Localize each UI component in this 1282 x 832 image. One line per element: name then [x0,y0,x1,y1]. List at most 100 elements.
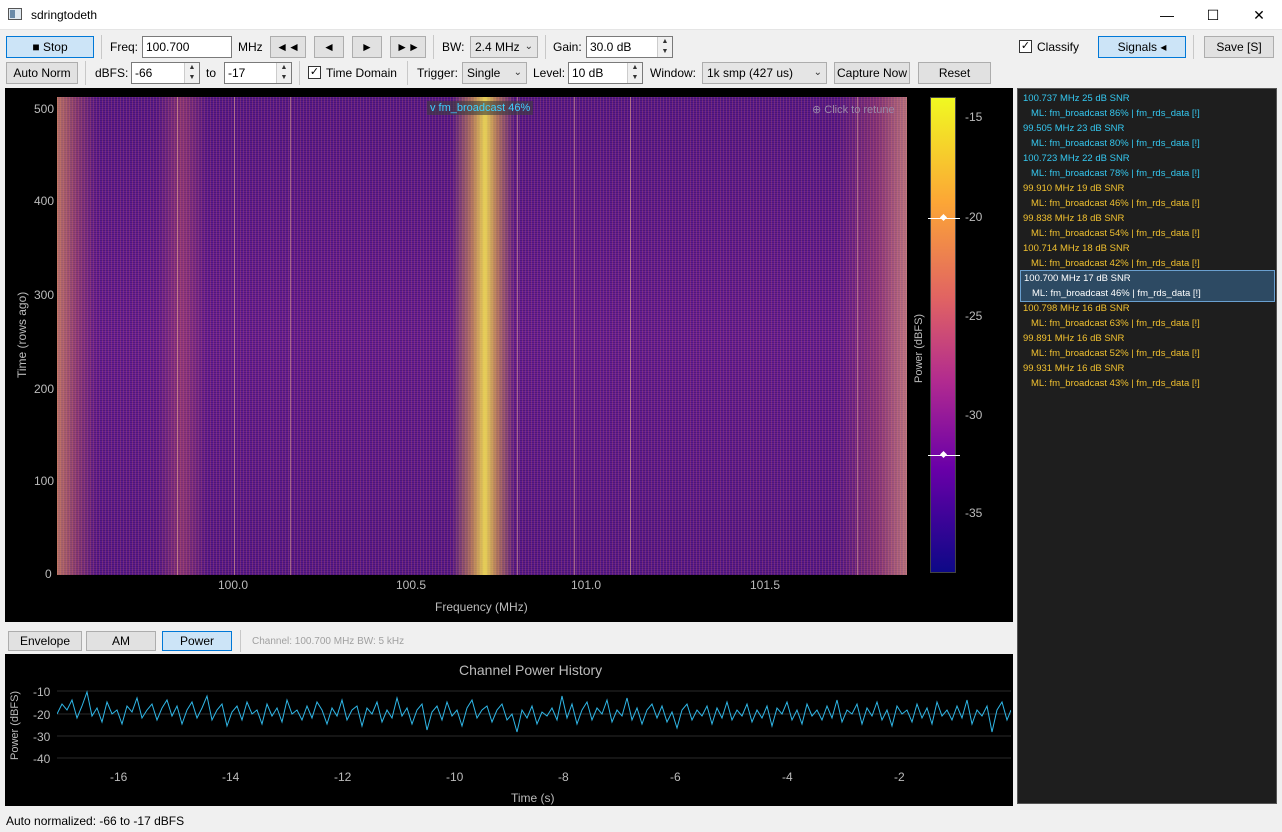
colorbar-max-marker[interactable] [928,218,960,219]
signal-ml-class: ML: fm_broadcast 42% | fm_rds_data [!] [1031,258,1200,269]
grid-line [517,97,518,575]
x-tick: -4 [782,770,793,784]
signal-item-selected[interactable]: 100.700 MHz 17 dB SNR ML: fm_broadcast 4… [1020,270,1275,302]
tab-envelope[interactable]: Envelope [8,631,82,651]
x-tick: -6 [670,770,681,784]
signal-item[interactable]: 100.798 MHz 16 dB SNR ML: fm_broadcast 6… [1020,301,1275,331]
stop-button[interactable]: ■ Stop [6,36,94,58]
step-up-button[interactable]: ► [352,36,382,58]
signal-freq-snr: 99.910 MHz 19 dB SNR [1023,183,1125,194]
power-history-panel[interactable]: Channel Power History Power (dBFS) -10 -… [5,654,1013,806]
to-label: to [206,66,217,80]
signal-item[interactable]: 99.838 MHz 18 dB SNR ML: fm_broadcast 54… [1020,211,1275,241]
minimize-button[interactable]: — [1144,0,1190,30]
bw-value: 2.4 MHz [475,40,520,54]
gain-input[interactable]: 30.0 dB ▲ ▼ [586,36,673,58]
dbfs-label: dBFS: [95,66,129,80]
channel-info: Channel: 100.700 MHz BW: 5 kHz [252,636,405,647]
level-spinner[interactable]: ▲ ▼ [627,63,642,83]
signal-freq-snr: 99.891 MHz 16 dB SNR [1023,333,1125,344]
toolbar-divider [433,35,434,59]
y-tick: 0 [45,567,52,581]
y-tick: -30 [33,730,51,744]
app-icon [8,8,22,20]
bw-label: BW: [442,40,465,54]
signal-item[interactable]: 100.714 MHz 18 dB SNR ML: fm_broadcast 4… [1020,241,1275,271]
colorbar-min-marker[interactable] [928,455,960,456]
x-tick: -2 [894,770,905,784]
time-domain-checkbox[interactable]: ✓ [308,66,321,79]
step-down-large-button[interactable]: ◄◄ [270,36,306,58]
y-tick: -20 [33,708,51,722]
gain-value: 30.0 dB [590,40,632,54]
signal-ml-class: ML: fm_broadcast 78% | fm_rds_data [!] [1031,168,1200,179]
auto-norm-button[interactable]: Auto Norm [6,62,78,84]
grid-line [290,97,291,575]
signal-ml-class: ML: fm_broadcast 43% | fm_rds_data [!] [1031,378,1200,389]
window-label: Window: [650,66,697,80]
save-button[interactable]: Save [S] [1204,36,1274,58]
spectrogram-panel[interactable]: Time (rows ago) 500 400 300 200 100 0 v … [5,88,1013,622]
dbfs-min-input[interactable]: -66 ▲ ▼ [131,62,200,84]
classify-checkbox[interactable]: ✓ [1019,40,1032,53]
history-title: Channel Power History [459,662,603,678]
x-tick: 100.0 [218,578,249,592]
signal-item[interactable]: 99.891 MHz 16 dB SNR ML: fm_broadcast 52… [1020,331,1275,361]
signal-item[interactable]: 99.505 MHz 23 dB SNR ML: fm_broadcast 80… [1020,121,1275,151]
signal-item[interactable]: 99.931 MHz 16 dB SNR ML: fm_broadcast 43… [1020,361,1275,391]
grid-line [234,97,235,575]
toolbar-divider [1193,35,1194,59]
tab-am[interactable]: AM [86,631,156,651]
freq-input[interactable]: 100.700 [142,36,232,58]
level-input[interactable]: 10 dB ▲ ▼ [568,62,643,84]
spectrogram-xlabel: Frequency (MHz) [435,600,528,614]
click-to-retune-hint: ⊕ Click to retune [812,104,895,116]
waterfall-image[interactable]: v fm_broadcast 46% ⊕ Click to retune [57,97,907,575]
tab-power[interactable]: Power [162,631,232,651]
signals-button[interactable]: Signals ◂ [1098,36,1186,58]
y-tick: 100 [34,474,55,488]
window-select[interactable]: 1k smp (427 us) ⌄ [702,62,827,84]
signal-freq-snr: 100.737 MHz 25 dB SNR [1023,93,1130,104]
status-bar: Auto normalized: -66 to -17 dBFS [6,814,185,828]
freq-label: Freq: [110,40,139,54]
grid-line [574,97,575,575]
level-label: Level: [533,66,566,80]
grid-line [177,97,178,575]
trigger-value: Single [467,66,501,80]
title-bar: sdringtodeth — ☐ ✕ [0,0,1282,30]
close-button[interactable]: ✕ [1236,0,1282,30]
power-history-trace [57,690,1011,733]
signal-ml-class: ML: fm_broadcast 80% | fm_rds_data [!] [1031,138,1200,149]
level-value: 10 dB [572,66,604,80]
signal-item[interactable]: 100.737 MHz 25 dB SNR ML: fm_broadcast 8… [1020,91,1275,121]
dbfs-max-input[interactable]: -17 ▲ ▼ [224,62,292,84]
x-tick: -8 [558,770,569,784]
x-tick: -12 [334,770,352,784]
colorbar-tick: -30 [965,408,983,422]
colorbar [928,97,960,573]
signal-freq-snr: 100.798 MHz 16 dB SNR [1023,303,1130,314]
bw-select[interactable]: 2.4 MHz ⌄ [470,36,538,58]
signal-ml-class: ML: fm_broadcast 54% | fm_rds_data [!] [1031,228,1200,239]
gain-spinner[interactable]: ▲ ▼ [657,37,672,57]
window-value: 1k smp (427 us) [707,66,794,80]
trigger-label: Trigger: [417,66,458,80]
capture-now-button[interactable]: Capture Now [834,62,910,84]
dbfs-min-spinner[interactable]: ▲ ▼ [184,63,199,83]
signals-list[interactable]: 100.737 MHz 25 dB SNR ML: fm_broadcast 8… [1017,88,1277,804]
y-tick: 300 [34,288,55,302]
colorbar-label: Power (dBFS) [913,313,925,383]
signal-freq-snr: 100.723 MHz 22 dB SNR [1023,153,1130,164]
colorbar-tick: -15 [965,110,983,124]
signal-item[interactable]: 99.910 MHz 19 dB SNR ML: fm_broadcast 46… [1020,181,1275,211]
maximize-button[interactable]: ☐ [1190,0,1236,30]
dbfs-max-spinner[interactable]: ▲ ▼ [276,63,291,83]
step-up-large-button[interactable]: ►► [390,36,426,58]
trigger-select[interactable]: Single ⌄ [462,62,527,84]
step-down-button[interactable]: ◄ [314,36,344,58]
reset-button[interactable]: Reset [918,62,991,84]
signal-item[interactable]: 100.723 MHz 22 dB SNR ML: fm_broadcast 7… [1020,151,1275,181]
x-tick: 101.5 [750,578,781,592]
toolbar-divider [407,61,408,85]
